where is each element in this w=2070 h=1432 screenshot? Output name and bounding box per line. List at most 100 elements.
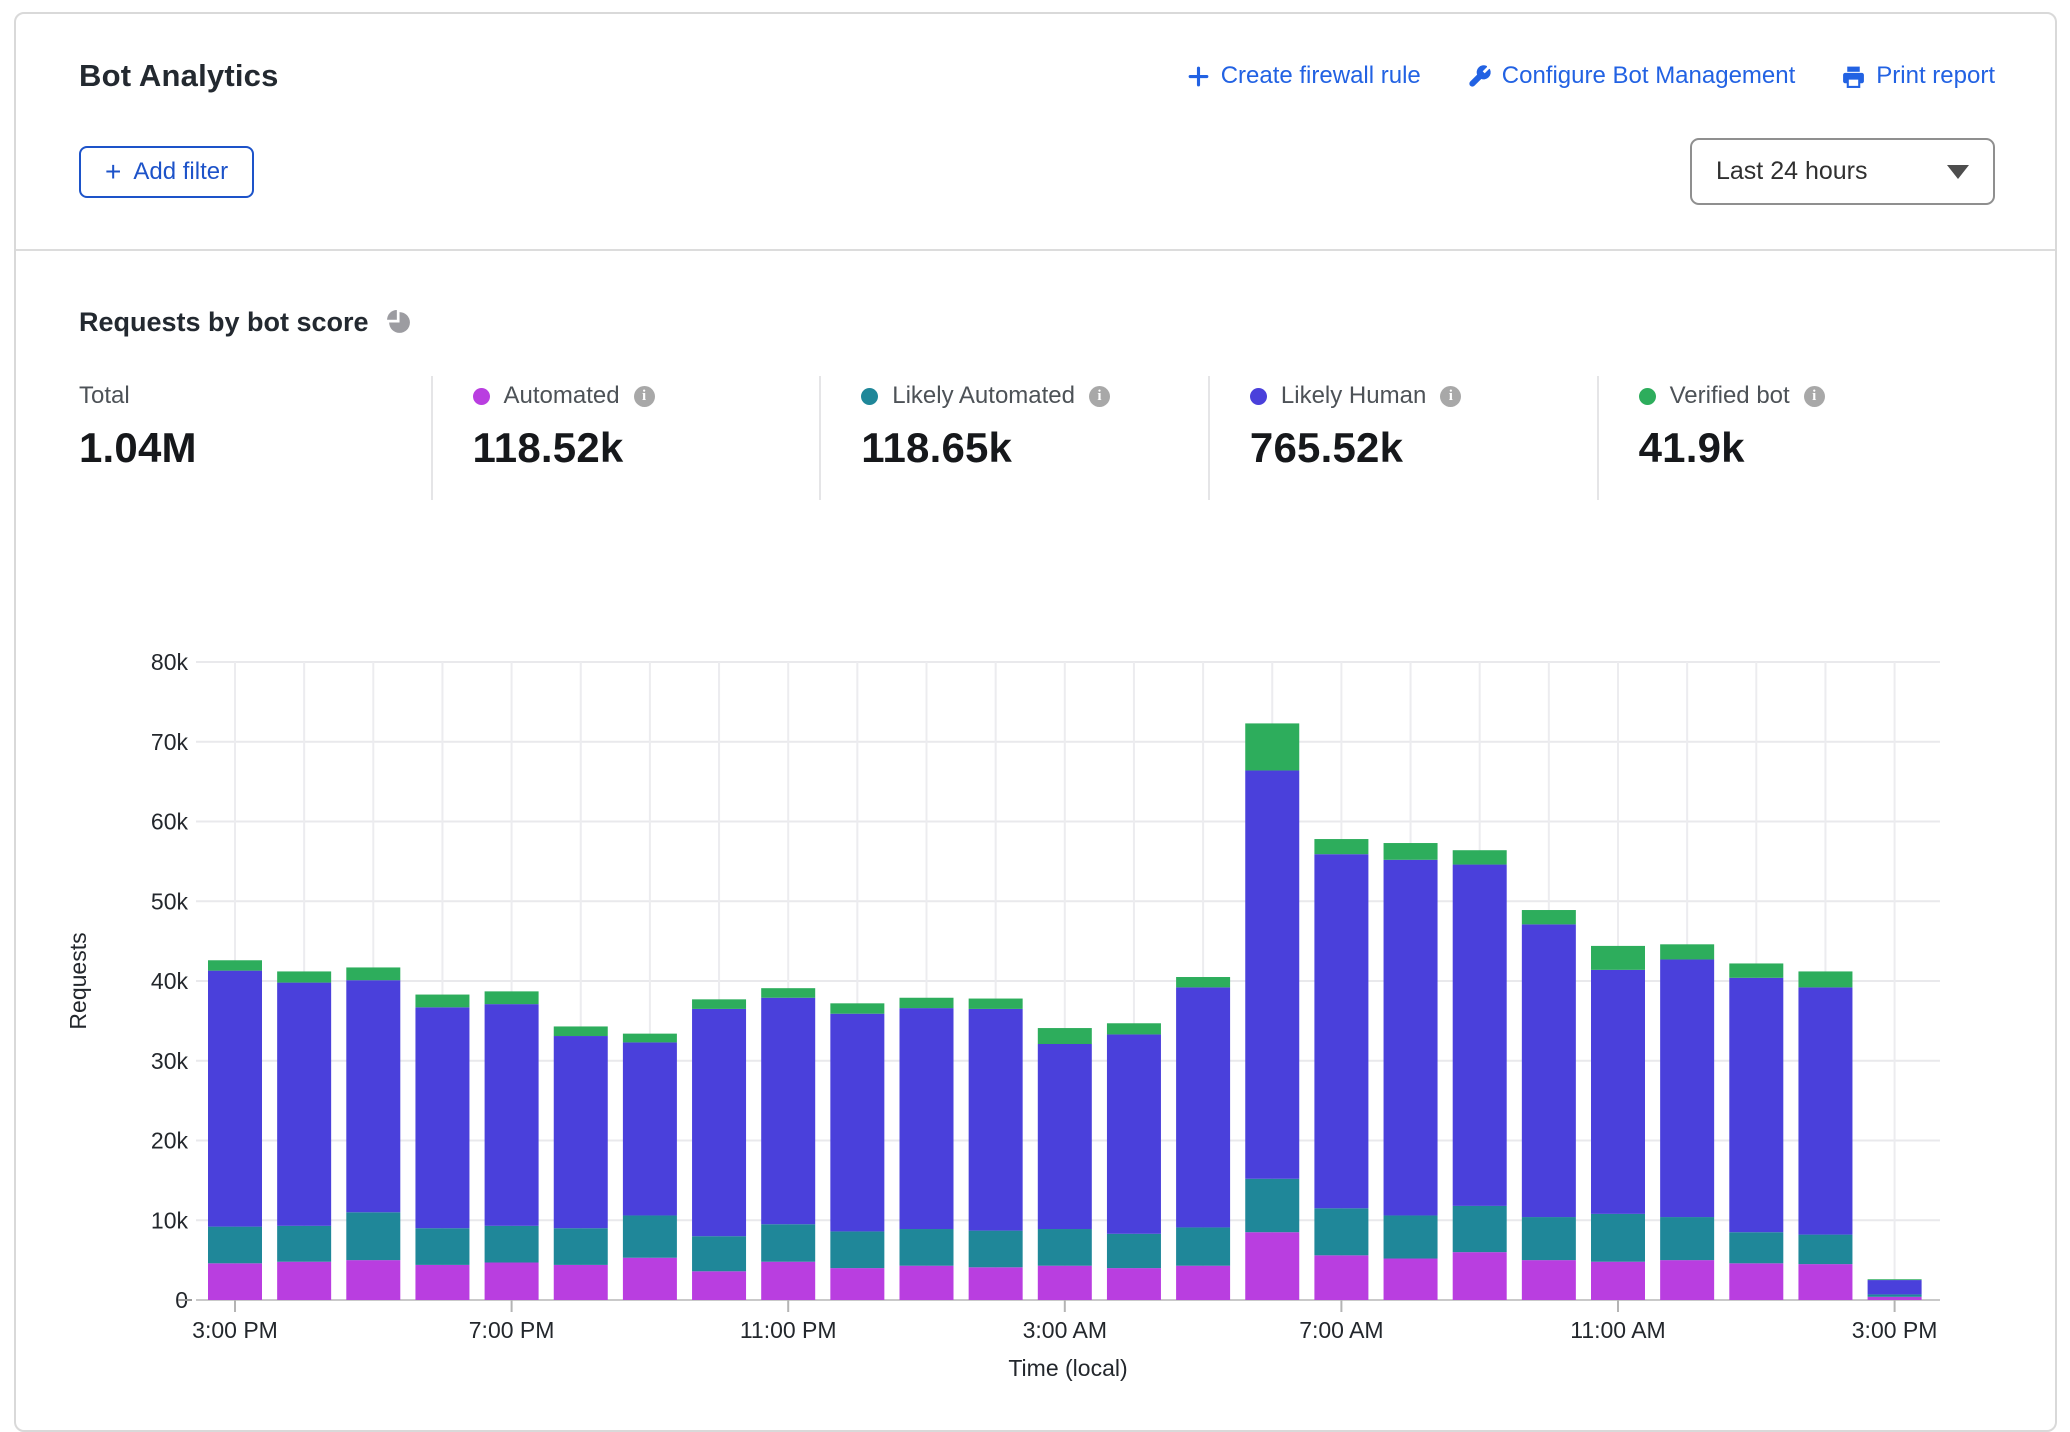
bar-segment[interactable] <box>1176 987 1230 1227</box>
bar-segment[interactable] <box>1660 1217 1714 1260</box>
bar-segment[interactable] <box>1314 1208 1368 1255</box>
bar-segment[interactable] <box>1038 1044 1092 1229</box>
bar-segment[interactable] <box>623 1042 677 1215</box>
bar-segment[interactable] <box>1868 1279 1922 1280</box>
bar-segment[interactable] <box>1176 977 1230 987</box>
bar-segment[interactable] <box>1314 839 1368 854</box>
bar-segment[interactable] <box>623 1034 677 1043</box>
bar-segment[interactable] <box>554 1228 608 1265</box>
bar-segment[interactable] <box>1798 1235 1852 1265</box>
time-range-select[interactable]: Last 24 hours <box>1690 138 1995 205</box>
bar-segment[interactable] <box>1384 860 1438 1216</box>
bar-segment[interactable] <box>900 1266 954 1300</box>
bar-segment[interactable] <box>1660 944 1714 959</box>
bar-segment[interactable] <box>1245 1179 1299 1232</box>
bar-segment[interactable] <box>1522 924 1576 1217</box>
bar-segment[interactable] <box>1798 971 1852 987</box>
action-link-print-report[interactable]: Print report <box>1841 62 1995 90</box>
bar-segment[interactable] <box>1107 1234 1161 1268</box>
bar-segment[interactable] <box>1384 1215 1438 1258</box>
bar-segment[interactable] <box>415 995 469 1008</box>
bar-segment[interactable] <box>900 1229 954 1266</box>
bar-segment[interactable] <box>1314 854 1368 1208</box>
bar-segment[interactable] <box>277 983 331 1226</box>
bar-segment[interactable] <box>623 1258 677 1300</box>
bar-segment[interactable] <box>830 1268 884 1300</box>
bar-segment[interactable] <box>969 999 1023 1009</box>
bar-segment[interactable] <box>830 1003 884 1013</box>
bar-segment[interactable] <box>485 1226 539 1263</box>
bar-segment[interactable] <box>208 971 262 1227</box>
action-link-create-firewall-rule[interactable]: Create firewall rule <box>1186 62 1421 90</box>
bar-segment[interactable] <box>1868 1297 1922 1300</box>
bar-segment[interactable] <box>1038 1028 1092 1044</box>
bar-segment[interactable] <box>1729 1263 1783 1300</box>
bar-segment[interactable] <box>1384 843 1438 860</box>
bar-segment[interactable] <box>1245 723 1299 770</box>
bar-segment[interactable] <box>692 1271 746 1300</box>
bar-segment[interactable] <box>208 960 262 970</box>
bar-segment[interactable] <box>277 1262 331 1300</box>
bar-segment[interactable] <box>1314 1255 1368 1300</box>
bar-segment[interactable] <box>1798 987 1852 1234</box>
bar-segment[interactable] <box>1176 1227 1230 1265</box>
bar-segment[interactable] <box>485 1263 539 1300</box>
bar-segment[interactable] <box>692 1009 746 1236</box>
add-filter-button[interactable]: + Add filter <box>79 146 254 198</box>
bar-segment[interactable] <box>346 1212 400 1260</box>
bar-segment[interactable] <box>1729 978 1783 1232</box>
bar-segment[interactable] <box>415 1265 469 1300</box>
bar-segment[interactable] <box>900 1008 954 1229</box>
bar-segment[interactable] <box>1868 1294 1922 1296</box>
bar-segment[interactable] <box>1453 1252 1507 1300</box>
bar-segment[interactable] <box>1453 850 1507 864</box>
bar-segment[interactable] <box>554 1265 608 1300</box>
bar-segment[interactable] <box>346 1260 400 1300</box>
bar-segment[interactable] <box>900 998 954 1008</box>
bar-segment[interactable] <box>1522 1260 1576 1300</box>
info-icon[interactable]: i <box>634 386 655 407</box>
bar-segment[interactable] <box>346 980 400 1212</box>
info-icon[interactable]: i <box>1440 386 1461 407</box>
bar-segment[interactable] <box>1384 1259 1438 1300</box>
bar-segment[interactable] <box>485 991 539 1004</box>
bar-segment[interactable] <box>1591 970 1645 1214</box>
bar-segment[interactable] <box>1245 770 1299 1178</box>
bar-segment[interactable] <box>1453 1206 1507 1252</box>
bar-segment[interactable] <box>830 1014 884 1232</box>
bar-segment[interactable] <box>969 1009 1023 1231</box>
bar-segment[interactable] <box>761 1224 815 1261</box>
bar-segment[interactable] <box>208 1227 262 1264</box>
bar-segment[interactable] <box>1868 1280 1922 1294</box>
bar-segment[interactable] <box>761 988 815 998</box>
bar-segment[interactable] <box>1453 865 1507 1206</box>
bar-segment[interactable] <box>554 1036 608 1228</box>
bar-segment[interactable] <box>969 1267 1023 1300</box>
bar-segment[interactable] <box>1107 1034 1161 1233</box>
bar-segment[interactable] <box>1591 946 1645 970</box>
bar-segment[interactable] <box>1038 1229 1092 1266</box>
bar-segment[interactable] <box>1798 1264 1852 1300</box>
bar-segment[interactable] <box>1107 1023 1161 1034</box>
bar-segment[interactable] <box>692 999 746 1009</box>
bar-segment[interactable] <box>208 1263 262 1300</box>
bar-segment[interactable] <box>1660 1260 1714 1300</box>
bar-segment[interactable] <box>1038 1266 1092 1300</box>
bar-segment[interactable] <box>415 1228 469 1265</box>
info-icon[interactable]: i <box>1804 386 1825 407</box>
bar-segment[interactable] <box>277 971 331 982</box>
bar-segment[interactable] <box>1729 963 1783 977</box>
bar-segment[interactable] <box>1660 959 1714 1217</box>
bar-segment[interactable] <box>1591 1262 1645 1300</box>
bar-segment[interactable] <box>1176 1266 1230 1300</box>
action-link-configure-bot-management[interactable]: Configure Bot Management <box>1467 62 1796 90</box>
bar-segment[interactable] <box>830 1231 884 1268</box>
bar-segment[interactable] <box>1729 1232 1783 1263</box>
bar-segment[interactable] <box>1522 910 1576 924</box>
bar-segment[interactable] <box>623 1215 677 1257</box>
bar-segment[interactable] <box>969 1231 1023 1268</box>
bar-segment[interactable] <box>554 1026 608 1036</box>
bar-segment[interactable] <box>761 1262 815 1300</box>
bar-segment[interactable] <box>1522 1217 1576 1260</box>
info-icon[interactable]: i <box>1089 386 1110 407</box>
